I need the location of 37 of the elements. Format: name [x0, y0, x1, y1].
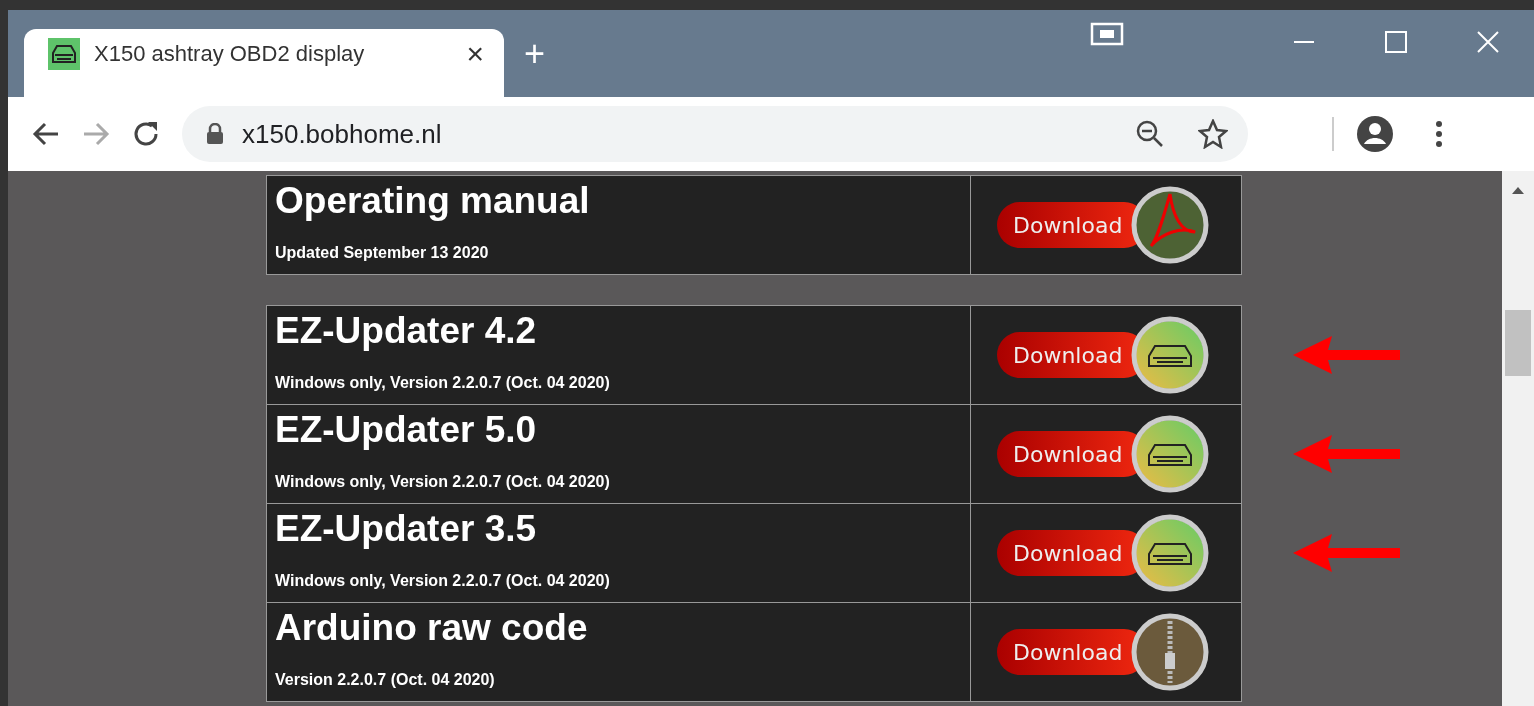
item-title: Operating manual — [275, 180, 591, 222]
scrollbar[interactable] — [1502, 171, 1534, 706]
zoom-out-icon[interactable] — [1136, 120, 1164, 148]
item-subtitle: Updated September 13 2020 — [275, 244, 490, 263]
scroll-up-icon[interactable] — [1511, 185, 1525, 195]
item-title: EZ-Updater 3.5 — [275, 508, 538, 550]
profile-icon[interactable] — [1356, 115, 1394, 153]
scrollbar-thumb[interactable] — [1505, 310, 1531, 376]
item-title: EZ-Updater 4.2 — [275, 310, 538, 352]
maximize-icon — [1385, 31, 1407, 53]
menu-icon[interactable] — [1434, 119, 1444, 149]
browser-tab[interactable]: X150 ashtray OBD2 display × — [24, 29, 504, 97]
item-subtitle: Version 2.2.0.7 (Oct. 04 2020) — [275, 671, 496, 690]
reload-button[interactable] — [132, 120, 160, 148]
download-button[interactable]: Download — [997, 613, 1209, 691]
download-button[interactable]: Download — [997, 415, 1209, 493]
star-icon[interactable] — [1198, 119, 1228, 149]
minimize-icon — [1293, 41, 1315, 43]
item-title: EZ-Updater 5.0 — [275, 409, 538, 451]
pdf-icon — [1131, 186, 1209, 264]
cast-icon[interactable] — [1090, 22, 1124, 46]
new-tab-button[interactable]: + — [524, 33, 546, 75]
close-tab-button[interactable]: × — [466, 37, 484, 71]
download-button[interactable]: Download — [997, 186, 1209, 264]
item-title: Arduino raw code — [275, 607, 589, 649]
tab-title: X150 ashtray OBD2 display — [94, 41, 366, 67]
address-bar[interactable]: x150.bobhome.nl — [182, 106, 1248, 162]
download-button[interactable]: Download — [997, 316, 1209, 394]
close-icon — [1477, 31, 1499, 53]
item-subtitle: Windows only, Version 2.2.0.7 (Oct. 04 2020) — [275, 374, 611, 393]
item-subtitle: Windows only, Version 2.2.0.7 (Oct. 04 2020) — [275, 473, 611, 492]
back-button[interactable] — [32, 120, 60, 148]
item-subtitle: Windows only, Version 2.2.0.7 (Oct. 04 2020) — [275, 572, 611, 591]
zipper-icon — [1131, 613, 1209, 691]
url-text: x150.bobhome.nl — [242, 118, 443, 150]
lock-icon — [206, 123, 224, 145]
download-button[interactable]: Download — [997, 514, 1209, 592]
